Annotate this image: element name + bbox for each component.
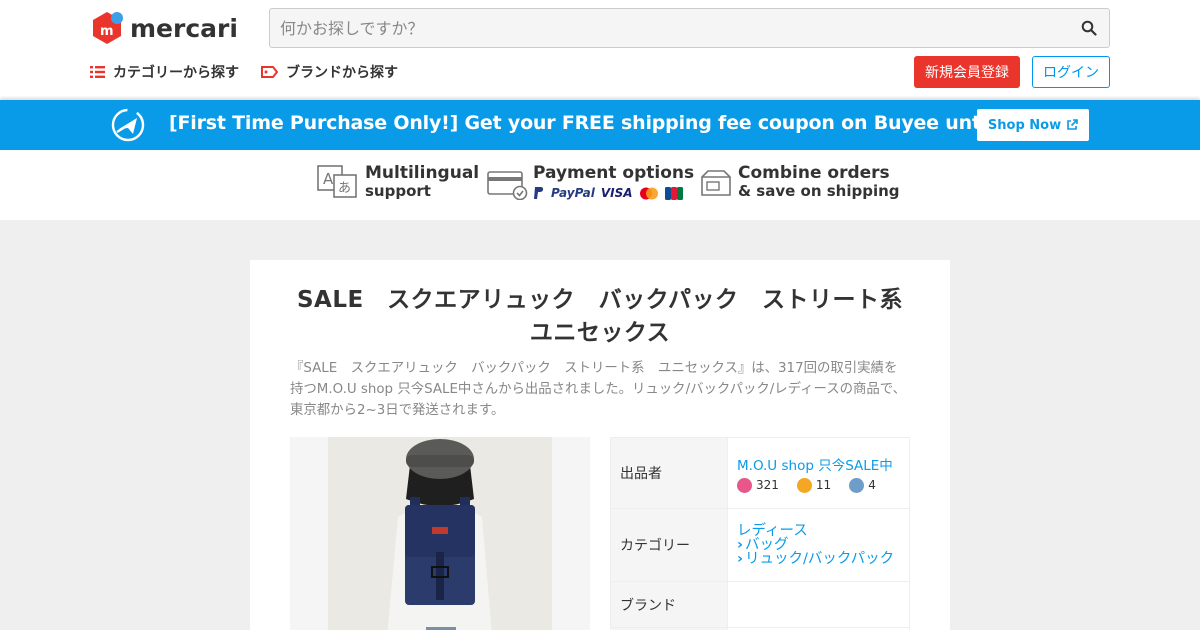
feature-line1: Payment options — [533, 163, 695, 183]
product-description: 『SALE スクエアリュック バックパック ストリート系 ユニセックス』は、31… — [290, 361, 907, 418]
jcb-icon — [664, 186, 683, 200]
mastercard-icon — [639, 187, 658, 199]
brand-label: ブランド — [610, 581, 728, 628]
credit-card-icon — [487, 171, 528, 200]
nav-brand-label: ブランドから探す — [286, 65, 398, 81]
airplane-icon — [111, 108, 145, 142]
promo-banner: [First Time Purchase Only!] Get your FRE… — [0, 100, 1200, 150]
svg-text:m: m — [100, 24, 114, 39]
rating-good-count: 321 — [756, 478, 779, 492]
product-photo-container — [290, 437, 590, 630]
rating-bad: 4 — [849, 477, 876, 493]
category-link-bag[interactable]: › バッグ — [737, 538, 909, 553]
search-button[interactable] — [1069, 9, 1109, 47]
feature-payment: Payment options PayPal VISA — [487, 164, 694, 202]
promo-text: [First Time Purchase Only!] Get your FRE… — [169, 112, 1079, 134]
mercari-logo[interactable]: m mercari — [90, 11, 238, 45]
product-title: SALE スクエアリュック バックパック ストリート系 ユニセックス — [296, 287, 927, 346]
product-card: SALE スクエアリュック バックパック ストリート系 ユニセックス 『SALE… — [250, 260, 950, 630]
svg-text:あ: あ — [338, 181, 351, 196]
site-header: m mercari カテゴリーから探す — [0, 0, 1200, 100]
feature-multilingual: A あ Multilingual support — [317, 164, 479, 200]
seller-cell: M.O.U shop 只今SALE中 321 11 4 — [727, 437, 910, 509]
product-photo[interactable] — [328, 437, 552, 630]
search-icon — [1081, 20, 1097, 36]
rating-bad-count: 4 — [868, 478, 876, 492]
feature-line2: & save on shipping — [738, 182, 900, 200]
category-backpack-label: リュック/バックパック — [744, 551, 895, 567]
feature-combine: Combine orders & save on shipping — [699, 164, 900, 200]
smile-face-icon — [737, 477, 752, 493]
chevron-right-icon: › — [737, 551, 743, 567]
feature-line1: Multilingual — [365, 163, 480, 183]
seller-name-link[interactable]: M.O.U shop 只今SALE中 — [737, 454, 909, 474]
category-cell: レディース › バッグ › リュック/バックパック — [727, 508, 910, 582]
nav-brand-link[interactable]: ブランドから探す — [261, 62, 398, 82]
search-bar — [269, 8, 1110, 48]
payment-logos: PayPal VISA — [533, 184, 694, 202]
category-label: カテゴリー — [610, 508, 728, 582]
paypal-label: PayPal — [551, 186, 595, 200]
shop-now-label: Shop Now — [987, 117, 1062, 133]
brand-value — [727, 581, 910, 628]
seller-ratings: 321 11 4 — [737, 477, 909, 493]
paypal-icon — [534, 187, 544, 199]
feature-line2: support — [365, 182, 431, 200]
search-input[interactable] — [270, 9, 1069, 47]
rating-good: 321 — [737, 477, 779, 493]
mercari-logo-icon: m — [90, 11, 124, 45]
seller-label: 出品者 — [610, 437, 728, 509]
svg-text:A: A — [323, 170, 334, 188]
external-link-icon — [1067, 119, 1078, 130]
product-info-table: 出品者 M.O.U shop 只今SALE中 321 11 4 カテゴリー レデ… — [610, 437, 910, 630]
visa-label: VISA — [600, 186, 633, 200]
signup-button[interactable]: 新規会員登録 — [914, 56, 1020, 88]
category-link-ladies[interactable]: レディース — [737, 524, 909, 539]
shop-now-button[interactable]: Shop Now — [977, 109, 1089, 141]
neutral-face-icon — [796, 477, 812, 493]
nav-category-label: カテゴリーから探す — [113, 65, 239, 81]
tag-icon — [261, 66, 278, 78]
translate-icon: A あ — [317, 165, 357, 198]
feature-line1: Combine orders — [738, 163, 890, 183]
logo-text: mercari — [130, 13, 238, 43]
nav-category-link[interactable]: カテゴリーから探す — [90, 62, 239, 82]
sad-face-icon — [849, 477, 865, 493]
rating-normal: 11 — [796, 477, 832, 493]
package-icon — [701, 170, 731, 196]
list-icon — [90, 66, 105, 78]
features-strip: A あ Multilingual support Payment options… — [0, 150, 1200, 220]
login-button[interactable]: ログイン — [1032, 56, 1110, 88]
rating-normal-count: 11 — [815, 478, 832, 492]
category-link-backpack[interactable]: › リュック/バックパック — [737, 551, 909, 567]
